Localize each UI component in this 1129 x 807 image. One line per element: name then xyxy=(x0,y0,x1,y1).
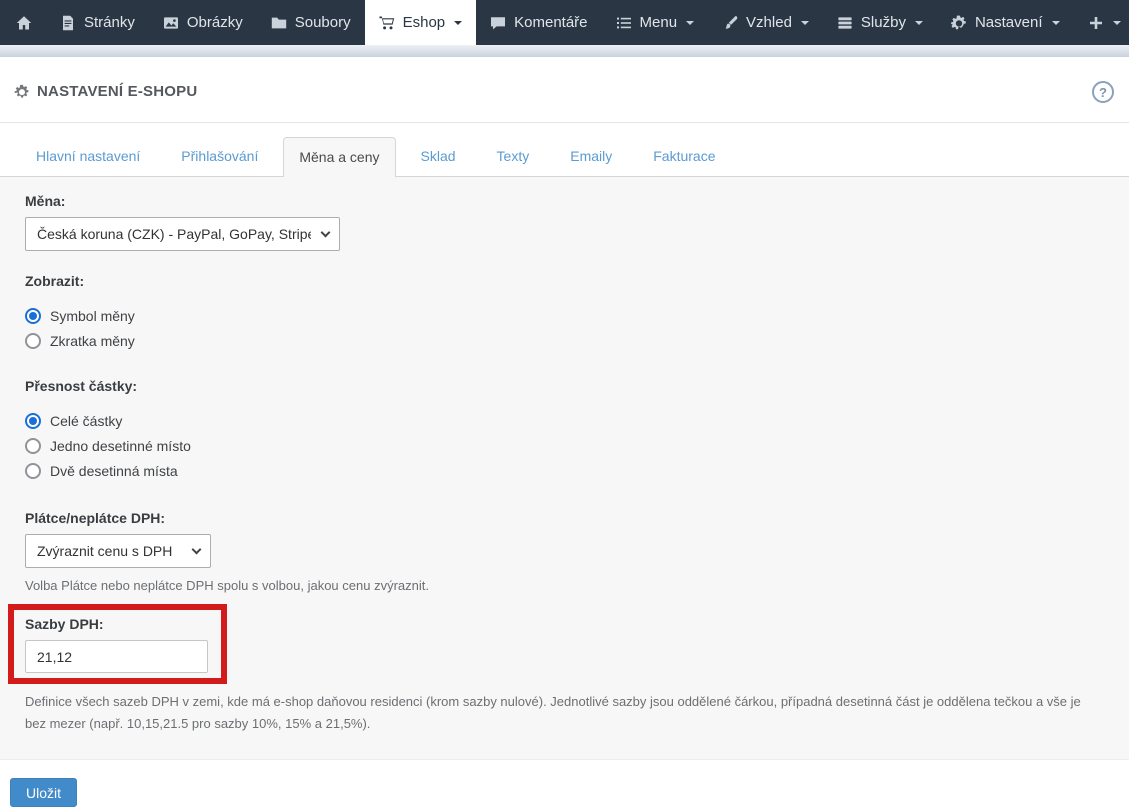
chevron-down-icon xyxy=(686,21,694,25)
nav-item-label: Komentáře xyxy=(514,14,587,31)
highlight-box: Sazby DPH: xyxy=(8,604,227,684)
nav-item-sluzby[interactable]: Služby xyxy=(823,0,937,45)
tab-texty[interactable]: Texty xyxy=(481,136,546,176)
menu-list-icon xyxy=(616,15,632,31)
nav-item-stranky[interactable]: Stránky xyxy=(46,0,149,45)
vat-payer-help-text: Volba Plátce nebo neplátce DPH spolu s v… xyxy=(25,575,1104,597)
vat-rates-input[interactable] xyxy=(25,640,208,673)
top-navbar: Stránky Obrázky Soubory Eshop Komentáře … xyxy=(0,0,1129,45)
folder-icon xyxy=(271,15,287,31)
display-radio-group: Symbol měny Zkratka měny xyxy=(25,303,1104,353)
radio-zkratka-meny[interactable]: Zkratka měny xyxy=(25,328,1104,353)
currency-select[interactable]: Česká koruna (CZK) - PayPal, GoPay, Stri… xyxy=(25,217,340,251)
nav-item-label: Služby xyxy=(861,14,906,31)
vat-rates-label: Sazby DPH: xyxy=(25,616,210,633)
plus-icon xyxy=(1088,15,1104,31)
gear-icon xyxy=(14,84,29,99)
chevron-down-icon xyxy=(801,21,809,25)
page-title: NASTAVENÍ E-SHOPU xyxy=(14,83,1115,100)
nav-item-nastaveni[interactable]: Nastavení xyxy=(937,0,1074,45)
settings-tabbar: Hlavní nastavení Přihlašování Měna a cen… xyxy=(0,123,1129,177)
nav-item-eshop[interactable]: Eshop xyxy=(365,0,477,45)
nav-item-label: Obrázky xyxy=(187,14,243,31)
precision-radio-group: Celé částky Jedno desetinné místo Dvě de… xyxy=(25,408,1104,483)
nav-item-add[interactable] xyxy=(1074,0,1129,45)
comment-icon xyxy=(490,15,506,31)
brush-icon xyxy=(722,15,738,31)
vat-payer-label: Plátce/neplátce DPH: xyxy=(25,510,1104,527)
radio-button[interactable] xyxy=(25,438,41,454)
tab-content-panel: Měna: Česká koruna (CZK) - PayPal, GoPay… xyxy=(0,177,1129,760)
page-title-text: NASTAVENÍ E-SHOPU xyxy=(37,83,197,100)
nav-item-label: Soubory xyxy=(295,14,351,31)
services-icon xyxy=(837,15,853,31)
nav-item-vzhled[interactable]: Vzhled xyxy=(708,0,823,45)
nav-item-label: Stránky xyxy=(84,14,135,31)
chevron-down-icon xyxy=(915,21,923,25)
precision-label: Přesnost částky: xyxy=(25,378,1104,395)
nav-item-label: Eshop xyxy=(403,14,446,31)
tab-hlavni-nastaveni[interactable]: Hlavní nastavení xyxy=(20,136,156,176)
radio-button[interactable] xyxy=(25,333,41,349)
pages-icon xyxy=(60,15,76,31)
page-header: NASTAVENÍ E-SHOPU ? xyxy=(0,57,1129,123)
radio-cele-castky[interactable]: Celé částky xyxy=(25,408,1104,433)
chevron-down-icon xyxy=(1113,21,1121,25)
radio-button[interactable] xyxy=(25,463,41,479)
nav-item-label: Menu xyxy=(640,14,678,31)
currency-label: Měna: xyxy=(25,193,1104,210)
navbar-bottom-strip xyxy=(0,45,1129,57)
tab-prihlasovani[interactable]: Přihlašování xyxy=(165,136,274,176)
nav-item-label: Nastavení xyxy=(975,14,1043,31)
radio-button[interactable] xyxy=(25,308,41,324)
save-button[interactable]: Uložit xyxy=(10,778,77,807)
home-icon xyxy=(16,15,32,31)
nav-item-label: Vzhled xyxy=(746,14,792,31)
nav-item-soubory[interactable]: Soubory xyxy=(257,0,365,45)
radio-dve-desetinna-mista[interactable]: Dvě desetinná místa xyxy=(25,458,1104,483)
tab-mena-a-ceny[interactable]: Měna a ceny xyxy=(283,137,395,177)
vat-rates-help-text: Definice všech sazeb DPH v zemi, kde má … xyxy=(25,691,1104,735)
chevron-down-icon xyxy=(1052,21,1060,25)
radio-jedno-desetinne-misto[interactable]: Jedno desetinné místo xyxy=(25,433,1104,458)
vat-payer-select[interactable]: Zvýraznit cenu s DPH xyxy=(25,534,211,568)
tab-sklad[interactable]: Sklad xyxy=(405,136,472,176)
radio-button[interactable] xyxy=(25,413,41,429)
nav-item-home[interactable] xyxy=(2,0,46,45)
gear-icon xyxy=(951,15,967,31)
nav-item-komentare[interactable]: Komentáře xyxy=(476,0,601,45)
display-label: Zobrazit: xyxy=(25,273,1104,290)
radio-symbol-meny[interactable]: Symbol měny xyxy=(25,303,1104,328)
nav-item-obrazky[interactable]: Obrázky xyxy=(149,0,257,45)
chevron-down-icon xyxy=(454,21,462,25)
question-circle-icon[interactable]: ? xyxy=(1092,81,1114,103)
currency-select-wrap: Česká koruna (CZK) - PayPal, GoPay, Stri… xyxy=(25,217,340,251)
tab-fakturace[interactable]: Fakturace xyxy=(637,136,731,176)
nav-item-menu[interactable]: Menu xyxy=(602,0,709,45)
images-icon xyxy=(163,15,179,31)
cart-icon xyxy=(379,15,395,31)
vat-payer-select-wrap: Zvýraznit cenu s DPH xyxy=(25,534,211,568)
tab-emaily[interactable]: Emaily xyxy=(554,136,628,176)
